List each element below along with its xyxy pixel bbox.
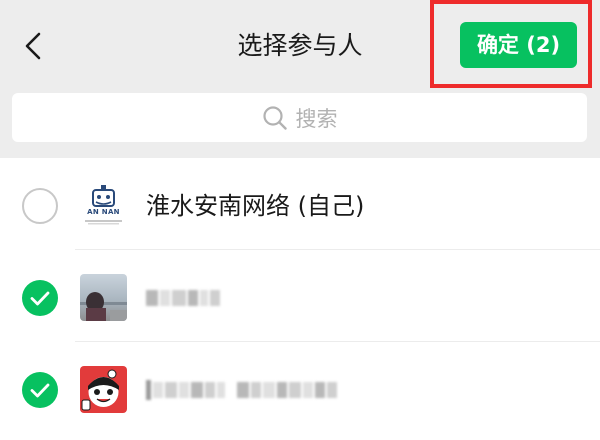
chevron-left-icon: [25, 32, 41, 60]
checked-circle-icon[interactable]: [22, 280, 58, 316]
unchecked-circle-icon[interactable]: [22, 188, 58, 224]
search-icon: [262, 105, 288, 131]
avatar: AN NAN: [80, 182, 127, 229]
search-input[interactable]: 搜索: [12, 93, 587, 142]
contact-name-obscured: [146, 288, 222, 308]
contact-name-obscured: [146, 380, 339, 400]
contact-row-self[interactable]: AN NAN 淮水安南网络 (自己): [0, 158, 600, 250]
contact-row[interactable]: [0, 250, 600, 342]
contact-list: AN NAN 淮水安南网络 (自己): [0, 158, 600, 440]
top-bar: 选择参与人 确定 (2) 搜索: [0, 0, 600, 158]
contact-row[interactable]: [0, 342, 600, 440]
back-button[interactable]: [14, 26, 54, 66]
confirm-button[interactable]: 确定 (2): [460, 22, 577, 68]
avatar: [80, 274, 127, 321]
contact-name: 淮水安南网络 (自己): [146, 192, 365, 220]
checked-circle-icon[interactable]: [22, 372, 58, 408]
avatar-logo-text: AN NAN: [87, 208, 120, 216]
avatar: [80, 366, 127, 413]
search-placeholder: 搜索: [295, 106, 338, 131]
